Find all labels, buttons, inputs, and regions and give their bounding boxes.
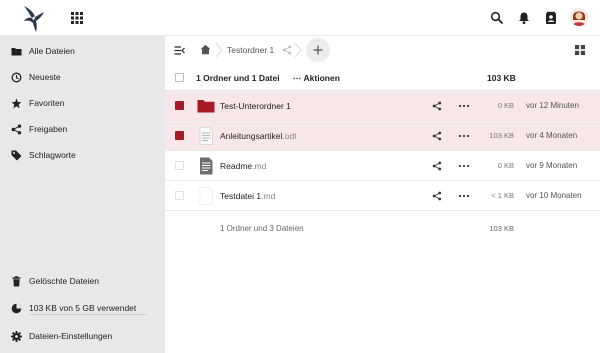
table-row[interactable]: Readme.md 0 KB vor 9 Monaten: [165, 151, 600, 181]
chevron-right-icon: [215, 42, 223, 58]
sidebar-quota: 103 KB von 5 GB verwendet: [0, 297, 165, 321]
row-checkbox[interactable]: [175, 131, 184, 140]
table-row[interactable]: Anleitungsartikel.odt 103 KB vor 4 Monat…: [165, 121, 600, 151]
table-row[interactable]: Test-Unterordner 1 0 KB vor 12 Minuten: [165, 91, 600, 121]
hummingbird-logo-icon[interactable]: [20, 3, 46, 33]
home-icon[interactable]: [200, 44, 211, 55]
file-modified: vor 9 Monaten: [526, 161, 578, 170]
sidebar-item-label: Gelöschte Dateien: [29, 276, 99, 286]
search-icon[interactable]: [490, 11, 504, 25]
file-name[interactable]: Readme.md: [220, 161, 266, 171]
more-options-icon[interactable]: [458, 131, 470, 141]
selection-count: 1 Ordner und 1 Datei: [196, 73, 280, 83]
sidebar-item-tags[interactable]: Schlagworte: [0, 144, 165, 168]
app-grid-icon[interactable]: [71, 12, 83, 24]
more-options-icon[interactable]: [458, 161, 470, 171]
sidebar-item-label: Schlagworte: [29, 150, 76, 160]
sidebar-item-all-files[interactable]: Alle Dateien: [0, 40, 165, 64]
document-icon: [199, 127, 213, 145]
file-name[interactable]: Testdatei 1.md: [220, 191, 275, 201]
sidebar-item-label: Favoriten: [29, 98, 65, 108]
sidebar-item-shares[interactable]: Freigaben: [0, 118, 165, 142]
clock-icon: [11, 72, 22, 83]
selection-size: 103 KB: [487, 73, 516, 83]
share-icon[interactable]: [432, 191, 442, 201]
grid-view-icon[interactable]: [575, 45, 585, 55]
table-row[interactable]: Testdatei 1.md < 1 KB vor 10 Monaten: [165, 181, 600, 211]
more-icon: ···: [293, 73, 304, 83]
file-size: < 1 KB: [491, 191, 514, 200]
more-options-icon[interactable]: [458, 191, 470, 201]
add-new-button[interactable]: [306, 38, 330, 62]
share-icon[interactable]: [432, 131, 442, 141]
breadcrumb-current-folder[interactable]: Testordner 1: [227, 45, 274, 55]
file-name[interactable]: Anleitungsartikel.odt: [220, 131, 297, 141]
row-checkbox[interactable]: [175, 101, 184, 110]
folder-icon: [197, 100, 215, 113]
row-checkbox[interactable]: [175, 191, 184, 200]
file-modified: vor 10 Monaten: [526, 191, 582, 200]
sidebar-item-settings[interactable]: Dateien-Einstellungen: [0, 325, 165, 349]
breadcrumb: Testordner 1: [165, 36, 600, 66]
contacts-icon[interactable]: [544, 11, 558, 25]
file-size: 0 KB: [497, 161, 514, 170]
sidebar-item-label: Neueste: [29, 72, 61, 82]
file-name[interactable]: Test-Unterordner 1: [220, 101, 291, 111]
more-options-icon[interactable]: [458, 101, 470, 111]
file-modified: vor 12 Minuten: [526, 101, 579, 110]
files-main: Testordner 1 1 Ordner und 1 Datei ··· Ak…: [165, 36, 600, 353]
file-size: 103 KB: [489, 131, 514, 140]
share-icon: [11, 124, 22, 135]
bell-icon[interactable]: [517, 11, 531, 25]
share-icon[interactable]: [432, 101, 442, 111]
share-icon[interactable]: [432, 161, 442, 171]
file-list-summary: 1 Ordner und 3 Dateien: [220, 224, 304, 233]
sidebar-item-trash[interactable]: Gelöschte Dateien: [0, 270, 165, 294]
quota-text: 103 KB von 5 GB verwendet: [29, 303, 137, 313]
blank-file-icon: [199, 187, 213, 205]
chevron-right-icon: [294, 42, 302, 58]
quota-progress-bar: [29, 314, 147, 315]
select-all-checkbox[interactable]: [175, 73, 184, 82]
actions-menu-button[interactable]: ··· Aktionen: [293, 73, 340, 83]
sidebar: Alle Dateien Neueste Favoriten Freigaben…: [0, 36, 165, 353]
gear-icon: [11, 331, 22, 342]
sidebar-item-label: Freigaben: [29, 124, 68, 134]
actions-label: Aktionen: [303, 73, 340, 83]
star-icon: [11, 98, 22, 109]
tag-icon: [11, 150, 22, 161]
file-modified: vor 4 Monaten: [526, 131, 578, 140]
top-header: [0, 0, 600, 36]
plus-icon: [313, 45, 323, 55]
sidebar-item-label: Dateien-Einstellungen: [29, 331, 113, 341]
sidebar-item-recent[interactable]: Neueste: [0, 66, 165, 90]
row-checkbox[interactable]: [175, 161, 184, 170]
file-list-summary-size: 103 KB: [489, 224, 514, 233]
share-icon[interactable]: [282, 45, 292, 55]
toggle-navigation-icon[interactable]: [174, 45, 185, 56]
file-size: 0 KB: [497, 101, 514, 110]
trash-icon: [12, 276, 21, 287]
user-avatar[interactable]: [570, 8, 588, 26]
pie-chart-icon: [11, 303, 22, 314]
file-list-header: 1 Ordner und 1 Datei ··· Aktionen 103 KB: [165, 66, 600, 91]
text-file-icon: [200, 157, 213, 175]
sidebar-item-label: Alle Dateien: [29, 46, 75, 56]
sidebar-item-favorites[interactable]: Favoriten: [0, 92, 165, 116]
folder-icon: [11, 48, 22, 56]
